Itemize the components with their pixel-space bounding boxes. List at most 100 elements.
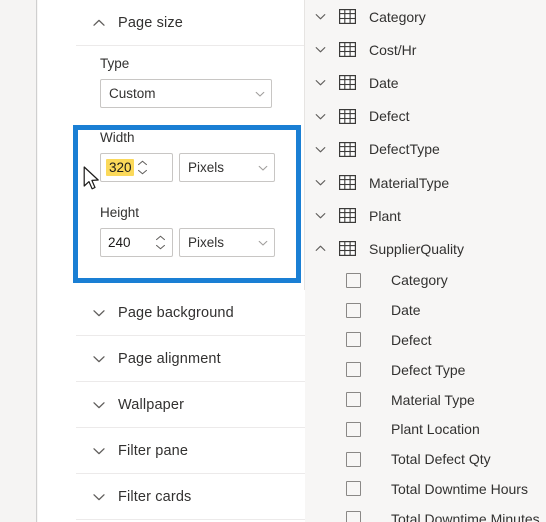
chevron-up-icon <box>90 14 108 32</box>
card-title-page-size: Page size <box>118 14 183 31</box>
page-size-dimensions-group: Width 320 Pixels Height 240 Pixels <box>78 130 296 278</box>
field-checkbox[interactable] <box>346 272 361 288</box>
field-name: Total Defect Qty <box>391 451 491 468</box>
field-list-item[interactable]: Defect Type <box>306 355 546 385</box>
height-value[interactable]: 240 <box>101 235 152 250</box>
card-title-page-alignment: Page alignment <box>118 350 221 367</box>
card-header-page-size[interactable]: Page size <box>76 0 304 46</box>
field-name: Material Type <box>391 391 475 408</box>
width-value[interactable]: 320 <box>106 159 134 176</box>
table-icon <box>339 9 356 25</box>
fields-table-name: Date <box>369 74 399 91</box>
fields-table-row[interactable]: MaterialType <box>306 166 546 199</box>
height-label: Height <box>100 205 140 220</box>
fields-table-row[interactable]: SupplierQuality <box>306 232 546 265</box>
height-unit-dropdown[interactable]: Pixels <box>179 228 275 257</box>
table-icon <box>339 208 356 224</box>
field-checkbox[interactable] <box>346 511 361 522</box>
fields-table-row[interactable]: Cost/Hr <box>306 33 546 66</box>
page-type-dropdown[interactable]: Custom <box>100 79 272 108</box>
width-input-row: 320 Pixels <box>100 153 296 182</box>
type-field-block: Type Custom <box>76 46 304 108</box>
fields-table-row[interactable]: DefectType <box>306 133 546 166</box>
field-list-item[interactable]: Total Downtime Hours <box>306 474 546 504</box>
table-icon <box>339 108 356 124</box>
field-list-item[interactable]: Total Downtime Minutes <box>306 504 546 522</box>
chevron-down-icon[interactable] <box>312 175 328 191</box>
size-spacer <box>78 182 296 205</box>
fields-table-name: Plant <box>369 207 401 224</box>
field-checkbox[interactable] <box>346 451 361 467</box>
height-input-row: 240 Pixels <box>100 228 296 257</box>
fields-table-name: Cost/Hr <box>369 41 417 58</box>
field-name: Defect <box>391 331 432 348</box>
card-header-page-alignment[interactable]: Page alignment <box>76 336 305 382</box>
left-gutter-white <box>38 0 76 522</box>
card-title-page-background: Page background <box>118 304 234 321</box>
chevron-down-icon <box>90 442 108 460</box>
chevron-down-icon <box>90 396 108 414</box>
field-checkbox[interactable] <box>346 302 361 318</box>
field-name: Category <box>391 272 448 289</box>
field-name: Total Downtime Hours <box>391 480 528 497</box>
field-checkbox[interactable] <box>346 392 361 408</box>
fields-table-name: Defect <box>369 108 410 125</box>
fields-table-list: Category Cost/Hr Date Defect DefectType Mater… <box>306 0 546 266</box>
fields-table-row[interactable]: Defect <box>306 100 546 133</box>
field-checkbox[interactable] <box>346 332 361 348</box>
fields-table-row[interactable]: Category <box>306 0 546 33</box>
field-list-item[interactable]: Total Defect Qty <box>306 444 546 474</box>
width-stepper[interactable]: 320 <box>100 153 173 182</box>
height-stepper[interactable]: 240 <box>100 228 173 257</box>
type-label: Type <box>100 56 130 71</box>
chevron-down-icon[interactable] <box>312 208 328 224</box>
chevron-down-icon <box>252 237 274 249</box>
table-icon <box>339 175 356 191</box>
chevron-down-icon[interactable] <box>137 169 148 175</box>
fields-table-row[interactable]: Date <box>306 66 546 99</box>
width-unit-value: Pixels <box>188 160 225 175</box>
chevron-up-icon[interactable] <box>312 241 328 257</box>
field-checkbox[interactable] <box>346 481 361 497</box>
field-name: Defect Type <box>391 361 466 378</box>
width-unit-dropdown[interactable]: Pixels <box>179 153 275 182</box>
chevron-down-icon[interactable] <box>312 141 328 157</box>
field-name: Total Downtime Minutes <box>391 510 540 522</box>
field-checkbox[interactable] <box>346 362 361 378</box>
chevron-down-icon <box>90 350 108 368</box>
chevron-up-icon[interactable] <box>155 235 166 241</box>
field-list-item[interactable]: Plant Location <box>306 414 546 444</box>
table-icon <box>339 141 356 157</box>
field-list-item[interactable]: Defect <box>306 325 546 355</box>
field-list-item[interactable]: Category <box>306 266 546 296</box>
left-gutter <box>0 0 37 522</box>
fields-table-name: Category <box>369 8 426 25</box>
fields-table-name: MaterialType <box>369 174 450 191</box>
chevron-down-icon[interactable] <box>312 108 328 124</box>
card-header-filter-pane[interactable]: Filter pane <box>76 428 305 474</box>
chevron-down-icon[interactable] <box>312 42 328 58</box>
chevron-up-icon[interactable] <box>137 160 148 166</box>
field-checkbox[interactable] <box>346 421 361 437</box>
fields-pane: Category Cost/Hr Date Defect DefectType Mater… <box>306 0 546 522</box>
chevron-down-icon <box>249 88 271 100</box>
chevron-down-icon[interactable] <box>312 75 328 91</box>
card-title-filter-pane: Filter pane <box>118 442 189 459</box>
card-header-wallpaper[interactable]: Wallpaper <box>76 382 305 428</box>
card-header-filter-cards[interactable]: Filter cards <box>76 474 305 520</box>
height-spinner-buttons[interactable] <box>152 235 172 250</box>
chevron-down-icon[interactable] <box>312 9 328 25</box>
width-spinner-buttons[interactable] <box>134 160 154 175</box>
field-list-item[interactable]: Date <box>306 295 546 325</box>
field-list-item[interactable]: Material Type <box>306 385 546 415</box>
chevron-down-icon[interactable] <box>155 244 166 250</box>
power-bi-format-and-fields-panels: Page size Type Custom Page background Pa… <box>0 0 546 522</box>
card-header-page-background[interactable]: Page background <box>76 290 305 336</box>
fields-table-row[interactable]: Plant <box>306 199 546 232</box>
fields-table-name: DefectType <box>369 141 440 158</box>
height-unit-value: Pixels <box>188 235 225 250</box>
fields-table-name: SupplierQuality <box>369 240 464 257</box>
chevron-down-icon <box>90 488 108 506</box>
table-icon <box>339 241 356 257</box>
width-label: Width <box>100 130 135 145</box>
